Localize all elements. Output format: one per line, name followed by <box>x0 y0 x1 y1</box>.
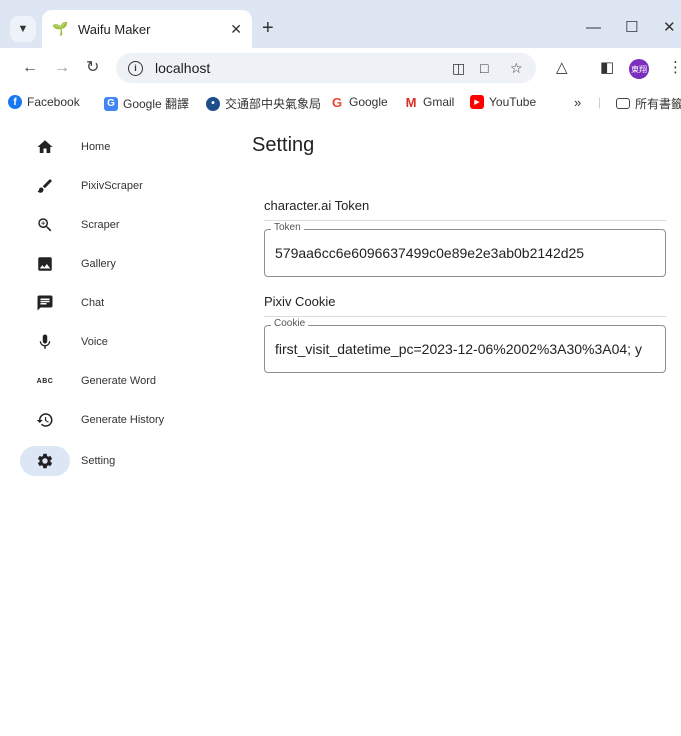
maximize-icon[interactable]: ☐ <box>625 18 638 38</box>
google-translate-icon: G <box>104 96 118 111</box>
bookmark-gmail[interactable]: M Gmail <box>404 94 455 110</box>
site-info-icon[interactable]: i <box>128 60 143 76</box>
abc-icon: ABC <box>36 377 54 385</box>
bookmarks-bar: f Facebook G Google 翻譯 • 交通部中央氣象局 G Goog… <box>0 88 681 118</box>
browser-tab[interactable]: 🌱 Waifu Maker ✕ <box>42 10 252 48</box>
brush-icon <box>20 171 70 201</box>
cookie-field[interactable]: Cookie <box>264 318 666 373</box>
minimize-icon[interactable]: — <box>586 18 601 38</box>
zoom-in-icon <box>20 210 70 240</box>
address-bar[interactable]: i localhost <box>116 53 536 83</box>
all-bookmarks[interactable]: 所有書籤 <box>616 95 681 112</box>
browser-toolbar: ← → ↻ i localhost ◫ □ ☆ △ ◧ 東翔 ⋮ <box>0 48 681 88</box>
sidebar-item-generate-history[interactable]: Generate History <box>20 405 220 435</box>
folder-icon <box>616 98 630 109</box>
settings-icon <box>20 446 70 476</box>
url-text: localhost <box>155 60 211 76</box>
sidebar-item-scraper[interactable]: Scraper <box>20 210 220 240</box>
bookmark-google[interactable]: G Google <box>330 94 388 110</box>
token-section-heading: character.ai Token <box>264 198 370 213</box>
sidebar-item-pixivscraper[interactable]: PixivScraper <box>20 171 220 201</box>
cookie-input[interactable] <box>275 341 661 357</box>
bookmark-youtube[interactable]: ▶ YouTube <box>470 95 536 109</box>
youtube-icon: ▶ <box>470 95 484 109</box>
history-icon <box>20 405 70 435</box>
facebook-icon: f <box>8 95 22 109</box>
sidebar-item-gallery[interactable]: Gallery <box>20 249 220 279</box>
app-root: Home PixivScraper Scraper Gallery Chat V… <box>0 118 681 736</box>
bookmark-divider: | <box>598 95 602 109</box>
extensions-icon[interactable]: △ <box>556 58 568 78</box>
translate-icon[interactable]: □ <box>480 59 488 77</box>
cookie-divider <box>264 316 666 317</box>
menu-kebab-icon[interactable]: ⋮ <box>668 58 681 78</box>
reload-icon[interactable]: ↻ <box>86 58 99 78</box>
new-tab-plus-icon[interactable]: + <box>262 16 274 40</box>
more-bookmarks-chevron-icon[interactable]: » <box>574 95 581 110</box>
token-field[interactable]: Token <box>264 222 666 277</box>
cookie-section-heading: Pixiv Cookie <box>264 294 336 309</box>
waifu-favicon-icon: 🌱 <box>52 21 69 36</box>
profile-avatar[interactable]: 東翔 <box>629 59 649 79</box>
token-input[interactable] <box>275 245 661 261</box>
install-app-icon[interactable]: ◫ <box>452 59 465 77</box>
sidebar-item-setting[interactable]: Setting <box>20 446 220 476</box>
image-icon <box>20 249 70 279</box>
sidebar-item-chat[interactable]: Chat <box>20 288 220 318</box>
tab-close-icon[interactable]: ✕ <box>230 21 242 38</box>
sidebar-item-voice[interactable]: Voice <box>20 327 220 357</box>
gmail-icon: M <box>405 94 417 110</box>
page-title: Setting <box>252 134 315 156</box>
side-panel-icon[interactable]: ◧ <box>600 58 614 78</box>
bookmark-weather-bureau[interactable]: • 交通部中央氣象局 <box>206 95 321 112</box>
bookmark-star-icon[interactable]: ☆ <box>510 59 523 77</box>
forward-arrow-icon[interactable]: → <box>54 58 70 78</box>
back-arrow-icon[interactable]: ← <box>22 58 38 78</box>
browser-tab-bar: ▼ 🌱 Waifu Maker ✕ + — ☐ ✕ <box>0 0 681 48</box>
chat-icon <box>20 288 70 318</box>
google-icon: G <box>331 94 343 110</box>
tab-search-chevron-icon[interactable]: ▼ <box>10 16 36 42</box>
window-close-icon[interactable]: ✕ <box>663 18 676 38</box>
home-icon <box>20 132 70 162</box>
bookmark-google-translate[interactable]: G Google 翻譯 <box>104 95 189 112</box>
token-field-label: Token <box>271 222 304 233</box>
sidebar-item-generate-word[interactable]: ABC Generate Word <box>20 366 220 396</box>
mic-icon <box>20 327 70 357</box>
token-divider <box>264 220 666 221</box>
weather-bureau-icon: • <box>206 96 220 111</box>
cookie-field-label: Cookie <box>271 318 309 329</box>
sidebar-item-home[interactable]: Home <box>20 132 220 162</box>
tab-title: Waifu Maker <box>78 21 151 37</box>
bookmark-facebook[interactable]: f Facebook <box>8 95 80 109</box>
